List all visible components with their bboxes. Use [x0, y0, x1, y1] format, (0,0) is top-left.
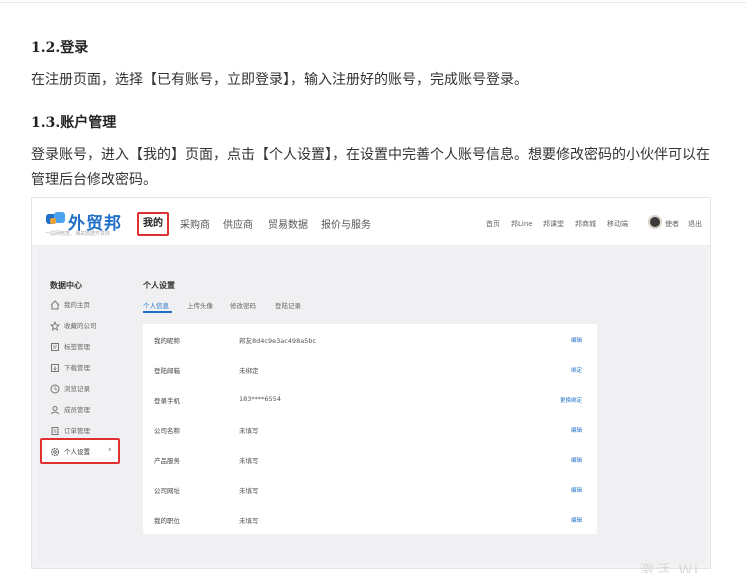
- sidebar-item-label: 个人设置: [64, 448, 90, 456]
- sidebar-item-orders[interactable]: 订单管理: [50, 425, 90, 437]
- row-value-nickname: 邦友8d4c9e3ac498a5bc: [239, 337, 317, 345]
- nav-quote-service[interactable]: 报价与服务: [321, 216, 371, 231]
- tag-icon: [51, 343, 59, 351]
- user-icon: [51, 406, 59, 415]
- row-value-company: 未填写: [239, 427, 259, 435]
- row-label-email: 登陆邮箱: [154, 367, 180, 375]
- row-value-website: 未填写: [239, 487, 259, 495]
- row-label-company: 公司名称: [154, 427, 180, 435]
- sidebar-item-label: 下载管理: [64, 364, 90, 372]
- nav-suppliers[interactable]: 供应商: [223, 216, 253, 231]
- activation-watermark: 激活 Wi...: [640, 563, 720, 573]
- row-label-products: 产品服务: [154, 457, 180, 465]
- top-link-mobile[interactable]: 移动端: [607, 219, 628, 229]
- chevron-right-icon: ›: [108, 445, 112, 455]
- row-label-position: 我的职位: [154, 517, 180, 525]
- sidebar-item-label: 收藏的公司: [64, 322, 97, 330]
- nav-buyers[interactable]: 采购商: [180, 216, 210, 231]
- sidebar-item-home[interactable]: 我的主页: [50, 299, 90, 311]
- top-divider: [0, 2, 746, 3]
- sidebar-item-members[interactable]: 成员管理: [50, 404, 90, 416]
- heading-account: 1.3.账户管理: [31, 115, 117, 131]
- order-icon: [51, 427, 59, 435]
- heading-login: 1.2.登录: [31, 40, 89, 56]
- logo-icon: [46, 212, 65, 224]
- sidebar-item-downloads[interactable]: 下载管理: [50, 362, 90, 374]
- sidebar-item-tags[interactable]: 标签管理: [50, 341, 90, 353]
- site-header: 外贸邦 一站网络查、海关数据开发商 我的 采购商 供应商 贸易数据 报价与服务 …: [32, 198, 710, 246]
- nav-mine-tab[interactable]: 我的: [137, 212, 169, 236]
- star-icon: [50, 321, 60, 331]
- user-avatar[interactable]: [648, 215, 662, 229]
- sidebar-item-history[interactable]: 浏览记录: [50, 383, 90, 395]
- top-link-home[interactable]: 首页: [486, 219, 500, 229]
- nav-trade-data[interactable]: 贸易数据: [268, 216, 308, 231]
- tab-login-records[interactable]: 登陆记录: [275, 300, 301, 310]
- tab-upload-avatar[interactable]: 上传头像: [187, 300, 213, 310]
- paragraph-login: 在注册页面，选择【已有账号，立即登录】，输入注册好的账号，完成账号登录。: [31, 72, 528, 88]
- row-value-products: 未填写: [239, 457, 259, 465]
- embedded-screenshot: 外贸邦 一站网络查、海关数据开发商 我的 采购商 供应商 贸易数据 报价与服务 …: [31, 197, 711, 569]
- row-value-phone: 183****6554: [239, 395, 281, 403]
- edit-position-link[interactable]: 编辑: [571, 516, 582, 524]
- top-link-line[interactable]: 邦Line: [511, 219, 533, 229]
- row-value-position: 未填写: [239, 517, 259, 525]
- download-icon: [51, 364, 59, 372]
- home-icon: [50, 300, 60, 310]
- sidebar-title: 数据中心: [50, 281, 82, 290]
- row-label-website: 公司网址: [154, 487, 180, 495]
- sidebar-item-label: 我的主页: [64, 301, 90, 309]
- sidebar-item-favorites[interactable]: 收藏的公司: [50, 320, 97, 332]
- change-phone-link[interactable]: 更换绑定: [560, 396, 582, 404]
- top-link-user[interactable]: 使者: [665, 219, 679, 229]
- active-tab-indicator: [143, 311, 172, 313]
- sidebar-item-label: 浏览记录: [64, 385, 90, 393]
- edit-products-link[interactable]: 编辑: [571, 456, 582, 464]
- tab-personal-info[interactable]: 个人信息: [143, 300, 169, 310]
- clock-icon: [50, 384, 60, 394]
- edit-nickname-link[interactable]: 编辑: [571, 336, 582, 344]
- edit-company-link[interactable]: 编辑: [571, 426, 582, 434]
- row-label-nickname: 我的昵称: [154, 337, 180, 345]
- page-title: 个人设置: [143, 281, 175, 290]
- top-link-class[interactable]: 邦课堂: [543, 219, 564, 229]
- tab-change-password[interactable]: 修改密码: [230, 300, 256, 310]
- row-value-email: 未绑定: [239, 367, 259, 375]
- gear-icon: [50, 447, 60, 457]
- profile-card: [143, 324, 597, 534]
- paragraph-account: 登录账号，进入【我的】页面，点击【个人设置】，在设置中完善个人账号信息。想要修改…: [31, 147, 710, 188]
- top-link-mall[interactable]: 邦商城: [575, 219, 596, 229]
- sidebar-item-label: 成员管理: [64, 406, 90, 414]
- edit-website-link[interactable]: 编辑: [571, 486, 582, 494]
- sidebar-item-label: 订单管理: [64, 427, 90, 435]
- top-link-logout[interactable]: 退出: [688, 219, 702, 229]
- sidebar-item-personal-settings[interactable]: 个人设置 ›: [40, 438, 120, 464]
- logo-slogan: 一站网络查、海关数据开发商: [45, 231, 111, 237]
- bind-email-link[interactable]: 绑定: [571, 366, 582, 374]
- row-label-phone: 登录手机: [154, 397, 180, 405]
- sidebar-item-label: 标签管理: [64, 343, 90, 351]
